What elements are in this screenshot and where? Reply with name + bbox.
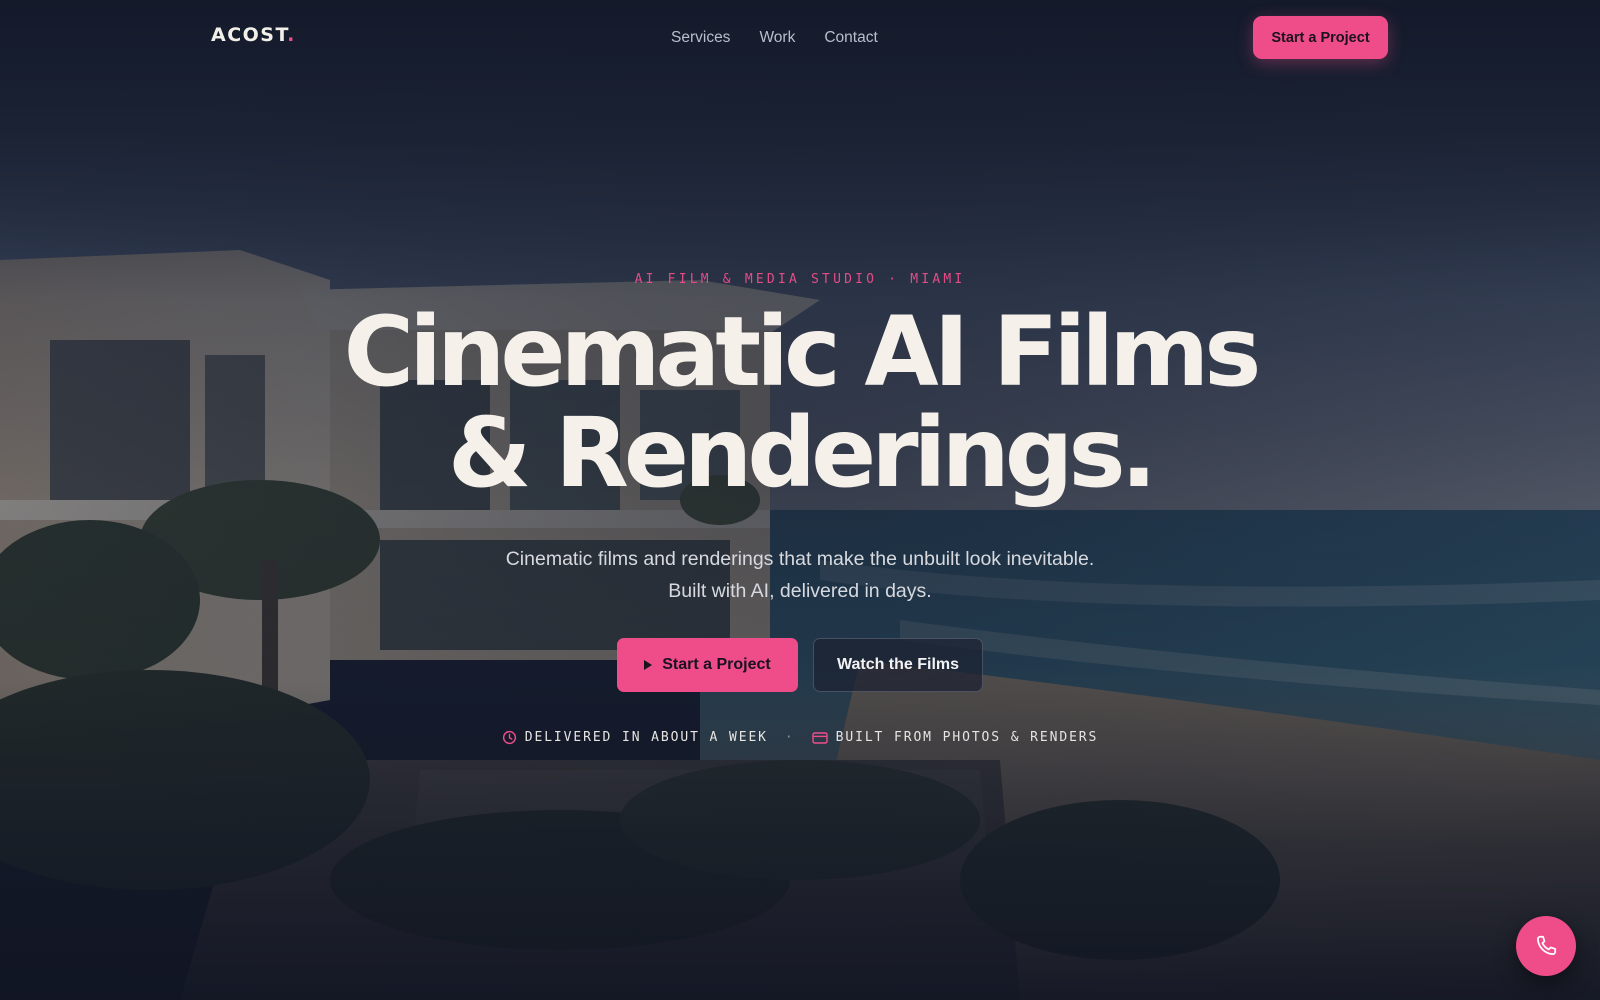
hero-eyebrow: AI FILM & MEDIA STUDIO · MIAMI [634,272,966,287]
hero-subheading-line-1: Cinematic films and renderings that make… [505,548,1095,570]
nav-link-work[interactable]: Work [759,29,795,47]
credit-card-icon [811,731,828,744]
hero-subheading-line-2: Built with AI, delivered in days. [668,580,932,602]
brand-logo[interactable]: ACOST. [211,24,296,46]
watch-films-button[interactable]: Watch the Films [813,638,983,692]
badge-source: BUILT FROM PHOTOS & RENDERS [811,730,1099,745]
top-navigation: ACOST. Services Work Contact Start a Pro… [0,0,1600,74]
nav-links: Services Work Contact [671,29,878,47]
page: ACOST. Services Work Contact Start a Pro… [0,0,1600,1000]
hero-cta-group: Start a Project Watch the Films [617,638,983,692]
phone-icon [1537,935,1557,955]
hero-headline-line-1: Cinematic AI Films [343,296,1262,408]
nav-start-project-button[interactable]: Start a Project [1253,16,1388,59]
badge-source-label: BUILT FROM PHOTOS & RENDERS [835,730,1099,745]
badge-delivery-label: DELIVERED IN ABOUT A WEEK [524,730,768,745]
badge-delivery: DELIVERED IN ABOUT A WEEK [502,730,768,745]
logo-dot: . [287,24,296,46]
hero-subheading: Cinematic films and renderings that make… [0,543,1600,607]
badge-separator: · [784,730,795,745]
hero-headline: Cinematic AI Films & Renderings. [0,302,1600,504]
hero-badges: DELIVERED IN ABOUT A WEEK · BUILT FROM P… [0,730,1600,745]
play-icon [644,660,653,670]
hero-headline-line-2: & Renderings. [447,397,1157,509]
nav-link-services[interactable]: Services [671,29,730,47]
hero-start-project-button[interactable]: Start a Project [617,638,798,692]
nav-link-contact[interactable]: Contact [824,29,877,47]
hero-start-project-label: Start a Project [662,656,771,673]
logo-text: ACOST [211,24,288,46]
call-button[interactable] [1516,916,1576,976]
clock-icon [502,730,516,745]
